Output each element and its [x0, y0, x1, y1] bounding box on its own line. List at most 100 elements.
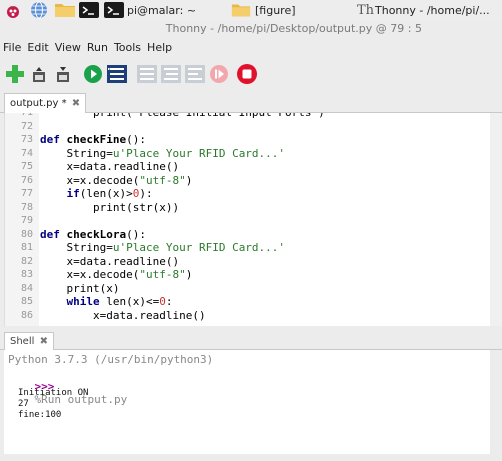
code-token: u'Place Your RFID Card...' — [112, 146, 286, 160]
taskbar-task-terminal[interactable]: pi@malar: ~ — [104, 1, 226, 19]
file-manager-icon[interactable] — [54, 1, 76, 19]
code-token: String= — [40, 146, 113, 160]
code-token: x=x.decode( — [40, 268, 140, 281]
step-out-button[interactable] — [184, 63, 206, 85]
shell-panel[interactable]: Python 3.7.3 (/usr/bin/python3) >>> %Run… — [4, 350, 490, 454]
menu-tools[interactable]: Tools — [114, 39, 141, 57]
line-number: 72 — [20, 120, 33, 132]
save-button[interactable] — [52, 63, 74, 85]
raspberry-menu-icon[interactable] — [4, 1, 22, 19]
terminal-icon[interactable] — [79, 1, 99, 19]
web-browser-icon[interactable] — [30, 1, 48, 19]
close-icon[interactable]: ✖ — [40, 336, 48, 347]
thonny-icon: Th — [357, 2, 375, 18]
code-token: def — [40, 227, 67, 241]
code-text: while len(x)<=0: — [40, 295, 173, 308]
menu-help[interactable]: Help — [147, 39, 172, 57]
shell-output-line: fine:100 — [18, 410, 62, 420]
menu-bar: File Edit View Run Tools Help — [0, 39, 172, 57]
task-label: [figure] — [255, 3, 296, 17]
code-token: ): — [139, 187, 153, 200]
shell-output-line: Initiation ON — [18, 388, 89, 398]
open-icon — [33, 67, 45, 82]
folder-icon — [231, 4, 251, 17]
code-text: x=data.readline() — [40, 160, 179, 173]
editor-tab-output[interactable]: output.py * ✖ — [4, 93, 87, 113]
step-into-icon — [161, 65, 181, 83]
code-token: : — [165, 295, 173, 308]
line-number: 83 — [20, 269, 33, 280]
close-icon[interactable]: ✖ — [72, 98, 80, 109]
menu-run[interactable]: Run — [87, 39, 108, 57]
line-number: 74 — [20, 147, 33, 159]
taskbar-task-figure[interactable]: [figure] — [231, 1, 353, 19]
code-line: 86 x=data.readline() — [5, 309, 490, 322]
menu-view[interactable]: View — [55, 39, 81, 57]
code-line: 78 print(str(x)) — [5, 201, 490, 214]
code-line: 82 x=data.readline() — [5, 255, 490, 268]
code-line: 76 x=x.decode("utf-8") — [5, 174, 490, 187]
stop-icon — [237, 64, 257, 84]
terminal-icon — [104, 2, 124, 18]
code-line: 73 def checkFine(): — [5, 133, 490, 146]
line-number: 76 — [20, 174, 33, 186]
code-text: x=x.decode("utf-8") — [40, 268, 192, 281]
code-text: if(len(x)>0): — [40, 187, 153, 200]
code-token: ) — [185, 268, 193, 281]
code-token: def — [40, 133, 67, 146]
line-number: 82 — [20, 255, 33, 267]
line-number: 79 — [20, 215, 33, 226]
code-line: 80 def checkLora(): — [5, 228, 490, 241]
save-icon — [57, 67, 69, 82]
step-out-icon — [185, 65, 205, 83]
code-text: String=u'Place Your RFID Card...' — [40, 147, 285, 160]
new-file-button[interactable] — [4, 63, 26, 85]
code-token: if — [66, 187, 80, 200]
code-line: 72 — [5, 120, 490, 133]
code-token: (): — [126, 133, 146, 146]
line-number: 80 — [20, 228, 33, 240]
code-token: x=x.decode( — [40, 173, 140, 187]
step-over-button[interactable] — [136, 63, 158, 85]
code-text: print(x) — [40, 282, 119, 295]
code-text: print(str(x)) — [40, 201, 179, 214]
python-version: Python 3.7.3 (/usr/bin/python3) — [8, 353, 214, 366]
code-line: 71 print( Please Initial Input Ports ) — [5, 113, 490, 119]
code-token: (): — [126, 227, 146, 241]
line-number: 77 — [20, 188, 33, 199]
debug-button[interactable] — [106, 63, 128, 85]
tab-shell[interactable]: Shell ✖ — [4, 332, 54, 350]
code-token: u'Place Your RFID Card...' — [112, 241, 286, 254]
code-token: "utf-8" — [139, 268, 186, 281]
shell-output-line: 27 — [18, 399, 29, 409]
task-label: pi@malar: ~ — [127, 3, 197, 17]
stop-button[interactable] — [236, 63, 258, 85]
step-into-button[interactable] — [160, 63, 182, 85]
menu-edit[interactable]: Edit — [27, 39, 48, 57]
step-over-icon — [137, 65, 157, 83]
code-line: 79 — [5, 214, 490, 227]
resume-button[interactable] — [208, 63, 230, 85]
code-token: checkLora — [66, 227, 127, 241]
debug-icon — [107, 65, 127, 83]
taskbar-task-thonny[interactable]: Th Thonny - /home/pi/... — [357, 1, 502, 19]
code-token: len(x)<= — [99, 295, 160, 308]
code-token: String= — [40, 241, 113, 254]
code-text: x=x.decode("utf-8") — [40, 174, 192, 187]
code-line: 74 String=u'Place Your RFID Card...' — [5, 147, 490, 160]
code-editor[interactable]: 71 print( Please Initial Input Ports )72… — [4, 113, 490, 326]
code-token: print( Please Initial Input Ports ) — [40, 113, 325, 119]
code-line: 77 if(len(x)>0): — [5, 187, 490, 200]
taskbar: pi@malar: ~ [figure] Th Thonny - /home/p… — [0, 0, 502, 20]
code-text: String=u'Place Your RFID Card...' — [40, 241, 285, 254]
run-button[interactable] — [82, 63, 104, 85]
editor-scrollbar[interactable] — [490, 113, 502, 326]
code-token: 0 — [159, 295, 166, 308]
open-file-button[interactable] — [28, 63, 50, 85]
menu-file[interactable]: File — [3, 39, 21, 57]
code-text: def checkLora(): — [40, 228, 146, 241]
tab-label: output.py * — [10, 98, 67, 109]
line-number: 73 — [20, 134, 33, 145]
line-number: 81 — [20, 242, 33, 253]
